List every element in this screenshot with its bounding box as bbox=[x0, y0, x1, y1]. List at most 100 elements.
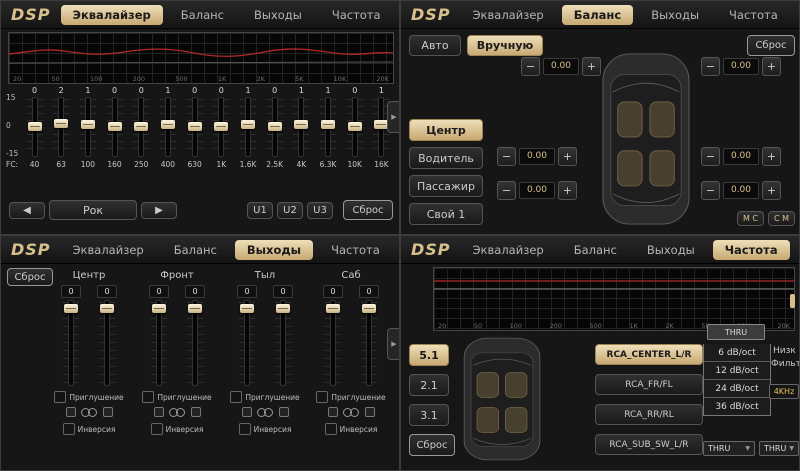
decrease-button[interactable]: − bbox=[701, 181, 720, 200]
output-fader[interactable] bbox=[239, 300, 255, 386]
invert-checkbox[interactable]: Инверсия bbox=[151, 423, 204, 435]
mode-2-1-button[interactable]: 2.1 bbox=[409, 374, 449, 396]
slider-handle[interactable] bbox=[326, 304, 340, 313]
tab-frequency[interactable]: Частота bbox=[319, 240, 392, 260]
memory-u1-button[interactable]: U1 bbox=[247, 202, 273, 219]
slider-handle[interactable] bbox=[54, 119, 68, 128]
mc-button[interactable]: M C bbox=[737, 211, 764, 226]
output-fader[interactable] bbox=[99, 300, 115, 386]
slider-handle[interactable] bbox=[321, 120, 335, 129]
slider-handle[interactable] bbox=[268, 122, 282, 131]
tab-frequency[interactable]: Частота bbox=[717, 5, 790, 25]
slider-handle[interactable] bbox=[348, 122, 362, 131]
tab-equalizer[interactable]: Эквалайзер bbox=[61, 240, 156, 260]
slider-handle[interactable] bbox=[161, 120, 175, 129]
mute-checkbox[interactable]: Приглушение bbox=[230, 391, 299, 403]
manual-mode-button[interactable]: Вручную bbox=[467, 35, 543, 56]
output-fader[interactable] bbox=[151, 300, 167, 386]
thru-select-left[interactable]: THRU ▼ bbox=[703, 441, 755, 456]
link-channels-toggle[interactable] bbox=[154, 406, 201, 418]
tab-outputs[interactable]: Выходы bbox=[235, 240, 313, 260]
mute-checkbox[interactable]: Приглушение bbox=[316, 391, 385, 403]
output-fader[interactable] bbox=[361, 300, 377, 386]
output-fader[interactable] bbox=[275, 300, 291, 386]
eq-band-slider[interactable] bbox=[27, 97, 43, 157]
increase-button[interactable]: + bbox=[762, 147, 781, 166]
eq-band-slider[interactable] bbox=[213, 97, 229, 157]
link-channels-toggle[interactable] bbox=[66, 406, 113, 418]
eq-band-slider[interactable] bbox=[320, 97, 336, 157]
tab-frequency[interactable]: Частота bbox=[320, 5, 393, 25]
rca-sub-button[interactable]: RCA_SUB_SW_L/R bbox=[595, 434, 703, 455]
position-center-button[interactable]: Центр bbox=[409, 119, 483, 141]
prev-preset-button[interactable]: ◀ bbox=[9, 202, 45, 219]
graph-handle[interactable] bbox=[790, 294, 795, 308]
mute-checkbox[interactable]: Приглушение bbox=[54, 391, 123, 403]
slider-handle[interactable] bbox=[188, 122, 202, 131]
auto-mode-button[interactable]: Авто bbox=[409, 35, 461, 56]
eq-reset-button[interactable]: Сброс bbox=[343, 200, 393, 220]
preset-button[interactable]: Рок bbox=[49, 200, 137, 220]
output-fader[interactable] bbox=[187, 300, 203, 386]
rca-rear-button[interactable]: RCA_RR/RL bbox=[595, 404, 703, 425]
slope-option[interactable]: 12 dB/oct bbox=[704, 361, 770, 379]
invert-checkbox[interactable]: Инверсия bbox=[325, 423, 378, 435]
tab-equalizer[interactable]: Эквалайзер bbox=[61, 5, 163, 25]
invert-checkbox[interactable]: Инверсия bbox=[63, 423, 116, 435]
output-fader[interactable] bbox=[63, 300, 79, 386]
link-channels-toggle[interactable] bbox=[242, 406, 289, 418]
slider-handle[interactable] bbox=[81, 120, 95, 129]
cm-button[interactable]: C M bbox=[768, 211, 795, 226]
slope-option[interactable]: 6 dB/oct bbox=[704, 344, 770, 361]
slider-handle[interactable] bbox=[294, 120, 308, 129]
balance-reset-button[interactable]: Сброс bbox=[747, 35, 795, 56]
slider-handle[interactable] bbox=[152, 304, 166, 313]
slider-handle[interactable] bbox=[100, 304, 114, 313]
slider-handle[interactable] bbox=[188, 304, 202, 313]
eq-band-slider[interactable] bbox=[293, 97, 309, 157]
eq-band-slider[interactable] bbox=[187, 97, 203, 157]
tab-frequency[interactable]: Частота bbox=[713, 240, 790, 260]
tab-outputs[interactable]: Выходы bbox=[242, 5, 314, 25]
rca-center-button[interactable]: RCA_CENTER_L/R bbox=[595, 344, 703, 365]
scroll-right-tab[interactable]: ▶ bbox=[387, 328, 400, 360]
slider-handle[interactable] bbox=[64, 304, 78, 313]
tab-balance[interactable]: Баланс bbox=[562, 240, 629, 260]
slider-handle[interactable] bbox=[362, 304, 376, 313]
eq-band-slider[interactable] bbox=[133, 97, 149, 157]
invert-checkbox[interactable]: Инверсия bbox=[239, 423, 292, 435]
tab-balance[interactable]: Баланс bbox=[162, 240, 229, 260]
scroll-right-tab[interactable]: ▶ bbox=[387, 101, 400, 133]
eq-band-slider[interactable] bbox=[107, 97, 123, 157]
eq-band-slider[interactable] bbox=[160, 97, 176, 157]
slope-select-current[interactable]: THRU bbox=[707, 324, 765, 340]
slope-option[interactable]: 24 dB/oct bbox=[704, 379, 770, 397]
thru-select-right[interactable]: THRU ▼ bbox=[759, 441, 799, 456]
decrease-button[interactable]: − bbox=[701, 57, 720, 76]
tab-equalizer[interactable]: Эквалайзер bbox=[461, 240, 556, 260]
rca-front-button[interactable]: RCA_FR/FL bbox=[595, 374, 703, 395]
position-passenger-button[interactable]: Пассажир bbox=[409, 175, 483, 197]
memory-u3-button[interactable]: U3 bbox=[307, 202, 333, 219]
slider-handle[interactable] bbox=[276, 304, 290, 313]
slider-handle[interactable] bbox=[108, 122, 122, 131]
link-channels-toggle[interactable] bbox=[328, 406, 375, 418]
eq-band-slider[interactable] bbox=[267, 97, 283, 157]
decrease-button[interactable]: − bbox=[497, 181, 516, 200]
mode-5-1-button[interactable]: 5.1 bbox=[409, 344, 449, 366]
increase-button[interactable]: + bbox=[558, 181, 577, 200]
slider-handle[interactable] bbox=[241, 120, 255, 129]
tab-balance[interactable]: Баланс bbox=[562, 5, 633, 25]
increase-button[interactable]: + bbox=[582, 57, 601, 76]
slope-option[interactable]: 36 dB/oct bbox=[704, 397, 770, 415]
eq-band-slider[interactable] bbox=[347, 97, 363, 157]
position-custom-button[interactable]: Свой 1 bbox=[409, 203, 483, 225]
position-driver-button[interactable]: Водитель bbox=[409, 147, 483, 169]
slider-handle[interactable] bbox=[134, 122, 148, 131]
slider-handle[interactable] bbox=[214, 122, 228, 131]
eq-band-slider[interactable] bbox=[53, 97, 69, 157]
eq-band-slider[interactable] bbox=[240, 97, 256, 157]
increase-button[interactable]: + bbox=[762, 57, 781, 76]
increase-button[interactable]: + bbox=[558, 147, 577, 166]
mute-checkbox[interactable]: Приглушение bbox=[142, 391, 211, 403]
